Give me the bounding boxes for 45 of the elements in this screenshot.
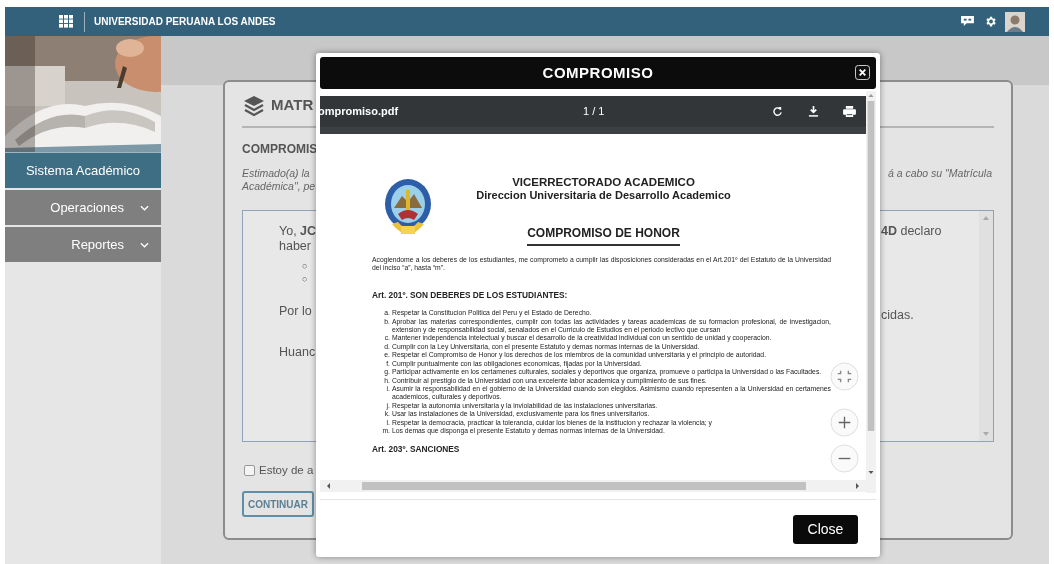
sidebar-menu-item[interactable]: Operaciones	[5, 190, 161, 225]
download-icon[interactable]	[808, 106, 819, 117]
print-icon[interactable]	[843, 106, 856, 117]
vertical-scrollbar[interactable]	[866, 91, 876, 493]
avatar[interactable]	[1005, 11, 1025, 32]
document-heading: VICERRECTORADO ACADEMICO	[512, 176, 695, 189]
pdf-filename: ompromiso.pdf	[318, 104, 399, 120]
close-button[interactable]: Close	[793, 515, 858, 544]
document-title: COMPROMISO DE HONOR	[527, 224, 680, 246]
section-title: COMPROMIS	[242, 141, 319, 158]
fit-page-icon[interactable]	[830, 362, 859, 391]
declaration-text: Yo, JC	[279, 224, 317, 239]
declaration-text: haber	[279, 239, 312, 254]
close-icon[interactable]	[855, 65, 870, 80]
intro-text: á a cabo su "Matrícula	[887, 167, 993, 181]
apps-grid-icon[interactable]	[59, 15, 74, 28]
document-subheading: Direccion Universitaria de Desarrollo Academico	[476, 189, 731, 202]
sidebar-header: Sistema Académico	[5, 152, 161, 188]
chat-icon[interactable]	[961, 16, 974, 27]
modal-title: COMPROMISO	[542, 62, 654, 83]
settings-icon[interactable]	[984, 15, 997, 28]
app-title: UNIVERSIDAD PERUANA LOS ANDES	[94, 15, 276, 29]
article-heading: Art. 201º. SON DEBERES DE LOS ESTUDIANTES:	[372, 288, 569, 302]
scrollbar[interactable]	[979, 211, 993, 441]
rotate-icon[interactable]	[772, 106, 783, 117]
article-heading: Art. 203º. SANCIONES	[372, 443, 461, 456]
sidebar-menu-item[interactable]: Reportes	[5, 227, 161, 262]
declaration-text: Huanc	[279, 343, 317, 361]
continue-button[interactable]: CONTINUAR	[242, 491, 314, 518]
horizontal-scrollbar[interactable]	[320, 480, 866, 492]
agreement-label: Estoy de a	[259, 463, 314, 478]
chevron-down-icon	[140, 204, 149, 211]
declaration-text: Por lo	[279, 303, 313, 320]
bullet-marker: ○	[302, 260, 309, 273]
layers-icon	[242, 93, 266, 118]
bullet-marker: ○	[302, 273, 309, 286]
intro-text: Académica", pe	[242, 180, 316, 193]
agreement-checkbox[interactable]	[244, 465, 255, 477]
zoom-in-icon[interactable]	[830, 408, 859, 437]
page-title: MATR	[271, 95, 314, 116]
page-counter: 1 / 1	[583, 104, 605, 120]
declaration-text: cidas.	[881, 307, 915, 324]
declaration-text: 4D declaro	[881, 224, 943, 239]
chevron-down-icon	[140, 241, 149, 248]
intro-text: Estimado(a) la	[242, 167, 311, 180]
